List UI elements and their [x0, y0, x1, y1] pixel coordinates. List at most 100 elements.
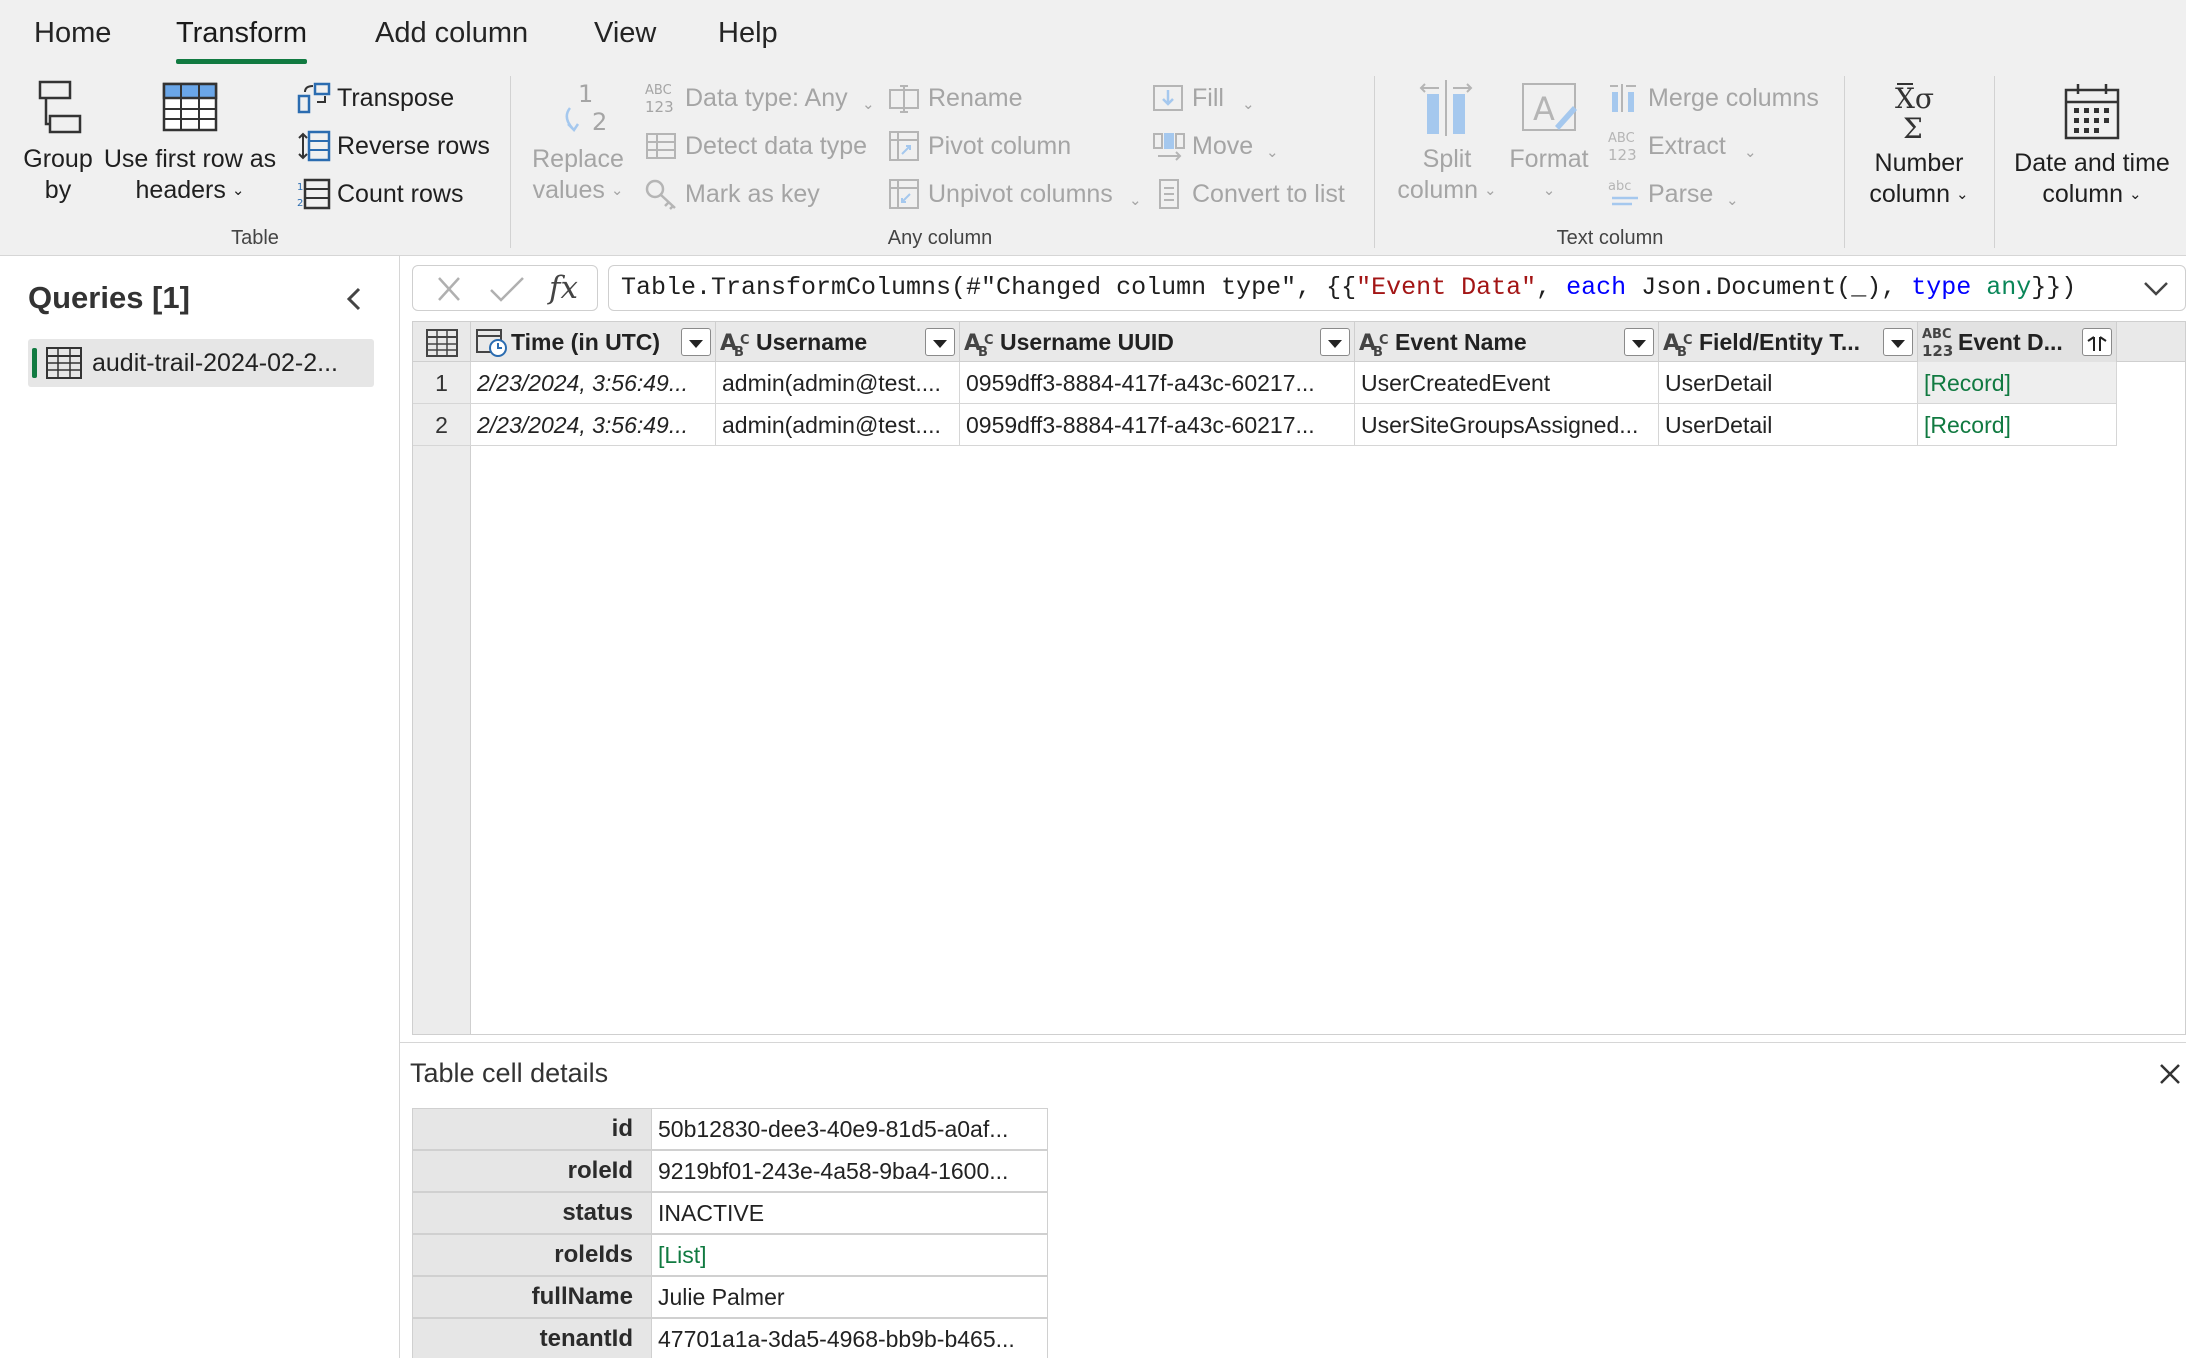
checkmark-icon[interactable] [489, 276, 525, 302]
merge-columns-button[interactable]: Merge columns [1608, 78, 1838, 118]
fill-dropdown[interactable]: Fill ⌄ [1152, 78, 1272, 118]
text-type-icon: A B C [1663, 331, 1693, 358]
tab-add-column[interactable]: Add column [375, 14, 528, 64]
caret-down-icon [1632, 340, 1646, 348]
list-link[interactable]: [List] [652, 1234, 1048, 1276]
column-header-username-uuid[interactable]: A B C Username UUID [960, 322, 1355, 362]
column-header-event-name[interactable]: A B C Event Name [1355, 322, 1659, 362]
formula-input[interactable]: Table.TransformColumns(#"Changed column … [608, 265, 2186, 311]
chevron-down-icon: ⌄ [1744, 144, 1757, 161]
fx-icon[interactable]: fx [549, 270, 578, 306]
chevron-down-icon: ⌄ [1542, 182, 1556, 199]
rename-icon [889, 85, 919, 113]
data-type-dropdown[interactable]: ABC 123 Data type: Any ⌄ [645, 78, 885, 118]
move-dropdown[interactable]: Move ⌄ [1152, 126, 1282, 166]
table-cell[interactable]: UserDetail [1659, 362, 1918, 404]
convert-to-list-button[interactable]: Convert to list [1152, 174, 1372, 214]
details-key: tenantId [412, 1318, 652, 1358]
tab-view[interactable]: View [594, 14, 656, 64]
svg-text:ABC: ABC [645, 83, 672, 98]
table-cell[interactable]: UserSiteGroupsAssigned... [1355, 404, 1659, 446]
date-time-label-1: Date and time [2014, 149, 2170, 177]
unpivot-columns-dropdown[interactable]: Unpivot columns ⌄ [888, 174, 1142, 214]
details-value[interactable]: 9219bf01-243e-4a58-9ba4-1600... [652, 1150, 1048, 1192]
number-column-label-1: Number [1874, 149, 1964, 177]
select-all-button[interactable] [413, 322, 471, 362]
group-by-button[interactable]: Group by [18, 78, 98, 206]
expand-column-button[interactable] [2082, 328, 2112, 356]
chevron-down-icon[interactable] [2141, 274, 2171, 302]
svg-text:A: A [1533, 90, 1555, 128]
row-number-column [413, 362, 471, 1034]
table-cell[interactable]: 2/23/2024, 3:56:49... [471, 362, 716, 404]
row-number[interactable]: 2 [413, 404, 471, 446]
formula-text [1971, 273, 1986, 302]
data-grid: Time (in UTC) A B C Username A B C Usern… [412, 321, 2186, 1035]
count-rows-button[interactable]: 1 2 Count rows [297, 174, 497, 214]
use-first-row-headers-button[interactable]: Use first row as headers ⌄ [102, 78, 278, 209]
column-filter-button[interactable] [681, 328, 711, 356]
table-cell[interactable]: admin(admin@test.... [716, 362, 960, 404]
split-column-icon [1419, 80, 1473, 136]
column-filter-button[interactable] [1320, 328, 1350, 356]
column-filter-button[interactable] [1624, 328, 1654, 356]
details-row: roleId 9219bf01-243e-4a58-9ba4-1600... [412, 1150, 1048, 1192]
table-cell[interactable]: UserDetail [1659, 404, 1918, 446]
extract-dropdown[interactable]: ABC 123 Extract ⌄ [1608, 126, 1768, 166]
svg-text:2: 2 [297, 198, 303, 209]
merge-columns-label: Merge columns [1648, 84, 1819, 112]
details-key: roleIds [412, 1234, 652, 1276]
column-filter-button[interactable] [925, 328, 955, 356]
chevron-left-icon[interactable] [340, 284, 370, 314]
tab-transform[interactable]: Transform [176, 14, 308, 64]
formula-text: Table.TransformColumns(#"Changed column … [621, 273, 1357, 302]
details-value[interactable]: INACTIVE [652, 1192, 1048, 1234]
ribbon: Group by Use first row as headers ⌄ Trans… [0, 72, 2186, 256]
detect-data-type-label: Detect data type [685, 132, 868, 160]
data-type-label: Data type: Any [685, 84, 848, 112]
table-cell[interactable]: 0959dff3-8884-417f-a43c-60217... [960, 362, 1355, 404]
reverse-rows-button[interactable]: Reverse rows [297, 126, 497, 166]
caret-down-icon [1328, 340, 1342, 348]
replace-values-button[interactable]: 1 2 Replace values ⌄ [528, 78, 628, 209]
parse-dropdown[interactable]: abc Parse ⌄ [1608, 174, 1758, 214]
queries-pane: Queries [1] audit-trail-2024-02-2... [0, 256, 400, 1358]
record-link[interactable]: [Record] [1918, 362, 2117, 404]
pivot-column-button[interactable]: Pivot column [888, 126, 1138, 166]
mark-as-key-button[interactable]: Mark as key [645, 174, 885, 214]
transpose-button[interactable]: Transpose [297, 78, 497, 118]
details-key: roleId [412, 1150, 652, 1192]
transpose-label: Transpose [337, 84, 455, 112]
column-header-field-entity-type[interactable]: A B C Field/Entity T... [1659, 322, 1918, 362]
rename-button[interactable]: Rename [888, 78, 1138, 118]
cancel-icon[interactable] [435, 276, 463, 302]
query-item[interactable]: audit-trail-2024-02-2... [28, 339, 374, 387]
svg-text:ABC: ABC [1922, 327, 1952, 342]
tab-home[interactable]: Home [34, 14, 111, 64]
column-header-time[interactable]: Time (in UTC) [471, 322, 716, 362]
table-cell[interactable]: 0959dff3-8884-417f-a43c-60217... [960, 404, 1355, 446]
table-icon [46, 347, 82, 379]
replace-values-label-2: values [532, 176, 605, 204]
split-column-button[interactable]: Split column ⌄ [1392, 78, 1502, 209]
date-time-column-button[interactable]: Date and time column ⌄ [2004, 82, 2180, 213]
close-icon[interactable] [2158, 1062, 2182, 1086]
record-link[interactable]: [Record] [1918, 404, 2117, 446]
pivot-column-label: Pivot column [928, 132, 1072, 160]
table-cell[interactable]: 2/23/2024, 3:56:49... [471, 404, 716, 446]
column-header-label: Username [756, 329, 868, 355]
details-value[interactable]: 50b12830-dee3-40e9-81d5-a0af... [652, 1108, 1048, 1150]
details-value[interactable]: 47701a1a-3da5-4968-bb9b-b465... [652, 1318, 1048, 1358]
table-cell[interactable]: admin(admin@test.... [716, 404, 960, 446]
table-cell[interactable]: UserCreatedEvent [1355, 362, 1659, 404]
column-filter-button[interactable] [1883, 328, 1913, 356]
details-divider[interactable] [400, 1042, 2186, 1043]
details-value[interactable]: Julie Palmer [652, 1276, 1048, 1318]
column-header-username[interactable]: A B C Username [716, 322, 960, 362]
tab-help[interactable]: Help [718, 14, 778, 64]
number-column-button[interactable]: Xσ Σ Number column ⌄ [1852, 82, 1986, 213]
detect-data-type-button[interactable]: Detect data type [645, 126, 885, 166]
format-button[interactable]: A Format ⌄ [1504, 78, 1594, 209]
row-number[interactable]: 1 [413, 362, 471, 404]
column-header-event-data[interactable]: ABC 123 Event D... [1918, 322, 2117, 362]
